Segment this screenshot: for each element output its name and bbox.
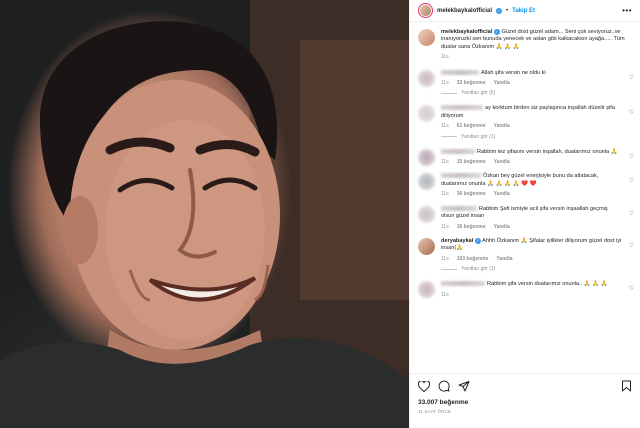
comment-time: 11s (441, 223, 449, 230)
comment-heart-icon[interactable]: ♡ (629, 153, 634, 160)
portrait-illustration (0, 0, 409, 428)
comment-icon[interactable] (438, 380, 450, 392)
verified-icon: ✓ (474, 237, 481, 244)
comment-heart-icon[interactable]: ♡ (629, 285, 634, 292)
commenter-avatar[interactable] (418, 148, 435, 166)
comment-item: Allah şifa versin ne oldu ki 11s 32 beğenm… (410, 66, 640, 91)
commenter-avatar[interactable] (418, 237, 435, 255)
likes-count[interactable]: 33.007 beğenme (418, 399, 632, 406)
view-replies-button[interactable]: Yanıtları gör (1) (410, 134, 640, 145)
comment-heart-icon[interactable]: ♡ (629, 177, 634, 184)
more-icon[interactable]: ••• (622, 6, 632, 15)
comment-item: deryabaykal ✓ Ahhh Özkanım 🙏 Şifalar iyi… (410, 234, 640, 266)
author-username[interactable]: melekbaykalofficial (437, 8, 492, 14)
comment-time: 11s (441, 255, 449, 262)
heart-icon[interactable] (418, 380, 430, 392)
view-replies-label: Yanıtları gör (6) (461, 90, 496, 97)
reply-button[interactable]: Yanıtla (496, 256, 512, 263)
comment-likes[interactable]: 36 beğenme (457, 191, 486, 198)
comment-item: Rabbim şifa versin dualarımız onunla.. 🙏… (410, 277, 640, 302)
comment-item: ay korktum birden siz paylaşınca inşalla… (410, 101, 640, 133)
comment-item: Rabbim tez şifasını versin inşallah, dua… (410, 145, 640, 170)
blurred-username (441, 205, 477, 211)
reply-button[interactable]: Yanıtla (494, 123, 510, 130)
caption-time: 11s (441, 54, 449, 61)
comment-likes[interactable]: 32 beğenme (457, 80, 486, 87)
comment-time: 11s (441, 123, 449, 130)
view-replies-label: Yanıtları gör (1) (461, 266, 496, 273)
post-photo[interactable] (0, 0, 409, 428)
comment-time: 11s (441, 291, 449, 298)
comment-heart-icon[interactable]: ♡ (629, 210, 634, 217)
comment-time: 11s (441, 159, 449, 166)
comment-text: Allah şifa versin ne oldu ki (481, 69, 546, 76)
reply-button[interactable]: Yanıtla (494, 224, 510, 231)
share-icon[interactable] (458, 380, 470, 392)
replies-divider (441, 92, 457, 94)
view-replies-label: Yanıtları gör (1) (461, 133, 496, 140)
comment-likes[interactable]: 103 beğenme (457, 256, 489, 263)
view-replies-button[interactable]: Yanıtları gör (6) (410, 90, 640, 101)
reply-button[interactable]: Yanıtla (494, 159, 510, 166)
commenter-avatar[interactable] (418, 105, 435, 123)
verified-icon: ✓ (496, 7, 503, 14)
separator-dot: • (506, 7, 509, 14)
bookmark-icon[interactable] (621, 380, 632, 392)
commenter-avatar[interactable] (418, 173, 435, 191)
comment-list[interactable]: melekbaykalofficial ✓ Güzel dost güzel a… (410, 23, 640, 373)
caption-username[interactable]: melekbaykalofficial (441, 29, 492, 35)
blurred-username (441, 281, 485, 287)
verified-icon: ✓ (493, 29, 500, 35)
reply-button[interactable]: Yanıtla (494, 191, 510, 198)
post-time: 11 SAAT ÖNCE (418, 409, 452, 414)
view-replies-button[interactable]: Yanıtları gör (1) (410, 266, 640, 277)
comment-time: 11s (441, 191, 449, 198)
comment-item: Rabbim Şafi ismiyle acil şifa versin inş… (410, 202, 640, 234)
post-side-panel: melekbaykalofficial ✓ • Takip Et ••• mel… (409, 0, 640, 428)
caption-avatar[interactable] (418, 29, 435, 46)
follow-button[interactable]: Takip Et (512, 8, 535, 14)
comment-heart-icon[interactable]: ♡ (629, 242, 634, 249)
reply-button[interactable]: Yanıtla (494, 80, 510, 87)
author-avatar[interactable] (418, 3, 433, 18)
comment-text: Rabbim şifa versin dualarımız onunla.. 🙏… (487, 281, 608, 288)
comment-likes[interactable]: 61 beğenme (457, 123, 486, 130)
blurred-username (441, 69, 479, 75)
post-header: melekbaykalofficial ✓ • Takip Et ••• (410, 0, 640, 22)
blurred-username (441, 148, 475, 154)
post-actions: 33.007 beğenme 11 SAAT ÖNCE (410, 373, 640, 428)
comment-heart-icon[interactable]: ♡ (629, 109, 634, 116)
comment-likes[interactable]: 16 beğenme (457, 224, 486, 231)
commenter-avatar[interactable] (418, 205, 435, 223)
commenter-username[interactable]: deryabaykal (441, 238, 473, 244)
commenter-avatar[interactable] (418, 281, 435, 299)
comment-heart-icon[interactable]: ♡ (629, 74, 634, 81)
comment-text: Rabbim tez şifasını versin inşallah, dua… (477, 148, 618, 155)
replies-divider (441, 268, 457, 270)
comment-item: Özkan bey güzel enerjisiyle bunu da atla… (410, 169, 640, 201)
post-caption: melekbaykalofficial ✓ Güzel dost güzel a… (410, 23, 640, 66)
comment-likes[interactable]: 15 beğenme (457, 159, 486, 166)
commenter-avatar[interactable] (418, 69, 435, 87)
blurred-username (441, 105, 483, 111)
replies-divider (441, 136, 457, 138)
comment-time: 11s (441, 80, 449, 87)
blurred-username (441, 173, 481, 179)
